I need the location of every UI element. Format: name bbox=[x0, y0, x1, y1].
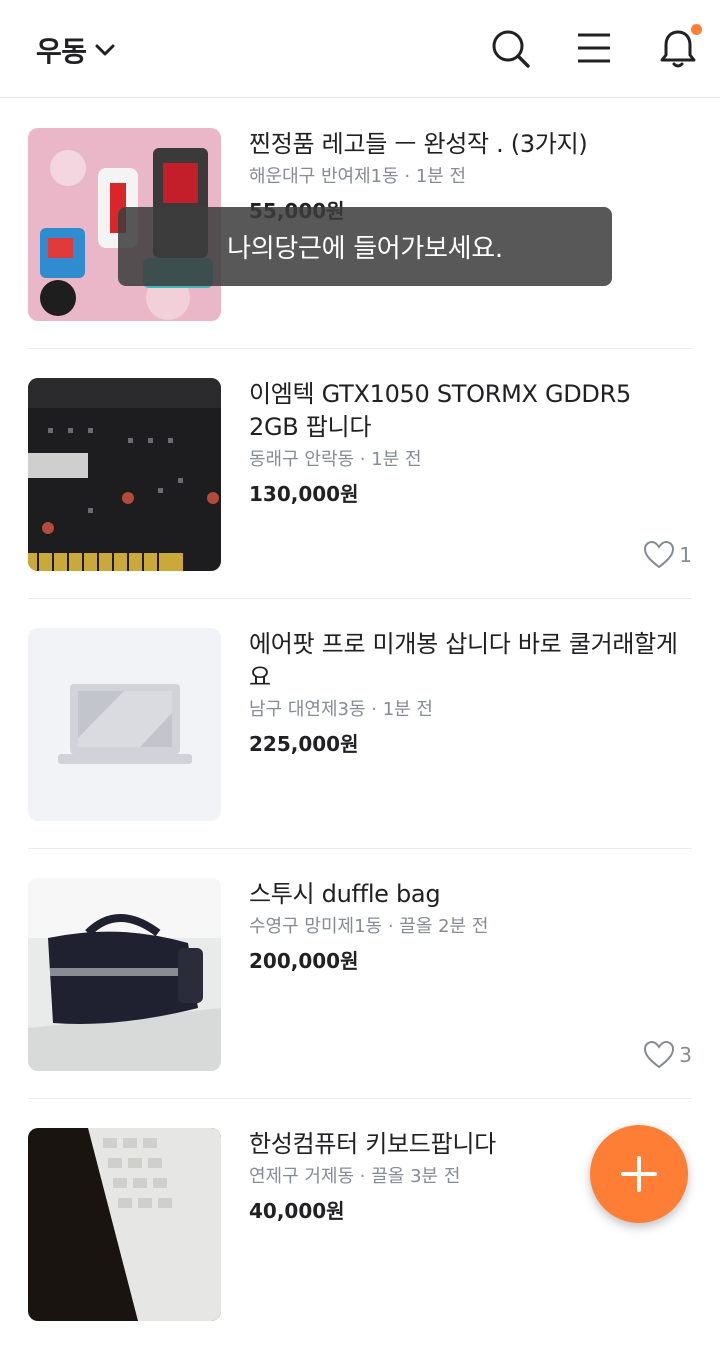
item-info: 스투시 duffle bag 수영구 망미제1동 · 끌올 2분 전 200,0… bbox=[249, 878, 680, 975]
location-label: 우동 bbox=[36, 35, 87, 68]
toast-message: 나의당근에 들어가보세요. bbox=[118, 207, 612, 286]
like-count-value: 1 bbox=[679, 543, 692, 567]
heart-icon bbox=[644, 540, 675, 569]
item-info: 이엠텍 GTX1050 STORMX GDDR5 2GB 팝니다 동래구 안락동… bbox=[249, 378, 680, 508]
item-title: 스투시 duffle bag bbox=[249, 880, 441, 908]
notification-button[interactable] bbox=[656, 24, 702, 70]
product-thumbnail bbox=[28, 1128, 221, 1321]
item-info: 에어팟 프로 미개봉 삽니다 바로 쿨거래할게요 남구 대연제3동 · 1분 전… bbox=[249, 628, 680, 758]
product-thumbnail bbox=[28, 378, 221, 571]
category-menu-button[interactable] bbox=[572, 26, 616, 70]
menu-icon bbox=[578, 33, 610, 63]
like-count-value: 3 bbox=[679, 1043, 692, 1067]
list-item[interactable]: 에어팟 프로 미개봉 삽니다 바로 쿨거래할게요 남구 대연제3동 · 1분 전… bbox=[0, 598, 720, 848]
heart-icon bbox=[644, 1040, 675, 1069]
item-meta: 동래구 안락동 · 1분 전 bbox=[249, 449, 422, 470]
item-price: 225,000원 bbox=[249, 732, 359, 756]
like-count: 1 bbox=[643, 540, 692, 570]
item-price: 200,000원 bbox=[249, 949, 359, 973]
item-meta: 수영구 망미제1동 · 끌올 2분 전 bbox=[249, 916, 489, 937]
list-item[interactable]: 스투시 duffle bag 수영구 망미제1동 · 끌올 2분 전 200,0… bbox=[0, 848, 720, 1098]
notification-dot bbox=[691, 24, 702, 35]
location-selector[interactable]: 우동 bbox=[36, 28, 115, 72]
add-listing-button[interactable] bbox=[590, 1125, 688, 1223]
plus-icon bbox=[621, 1156, 657, 1192]
item-price: 130,000원 bbox=[249, 482, 359, 506]
item-title: 에어팟 프로 미개봉 삽니다 바로 쿨거래할게요 bbox=[249, 630, 678, 691]
product-thumbnail-placeholder bbox=[28, 628, 221, 821]
item-meta: 남구 대연제3동 · 1분 전 bbox=[249, 699, 433, 720]
item-title: 찐정품 레고들 ㅡ 완성작 . (3가지) bbox=[249, 130, 588, 158]
product-thumbnail bbox=[28, 878, 221, 1071]
laptop-placeholder-icon bbox=[28, 628, 221, 821]
chevron-down-icon bbox=[95, 44, 115, 56]
item-title: 이엠텍 GTX1050 STORMX GDDR5 2GB 팝니다 bbox=[249, 380, 631, 441]
like-count: 3 bbox=[643, 1040, 692, 1070]
item-meta: 해운대구 반여제1동 · 1분 전 bbox=[249, 166, 467, 187]
search-icon bbox=[492, 30, 530, 68]
list-item[interactable]: 이엠텍 GTX1050 STORMX GDDR5 2GB 팝니다 동래구 안락동… bbox=[0, 348, 720, 598]
app-header: 우동 bbox=[0, 0, 720, 98]
search-button[interactable] bbox=[488, 26, 532, 70]
